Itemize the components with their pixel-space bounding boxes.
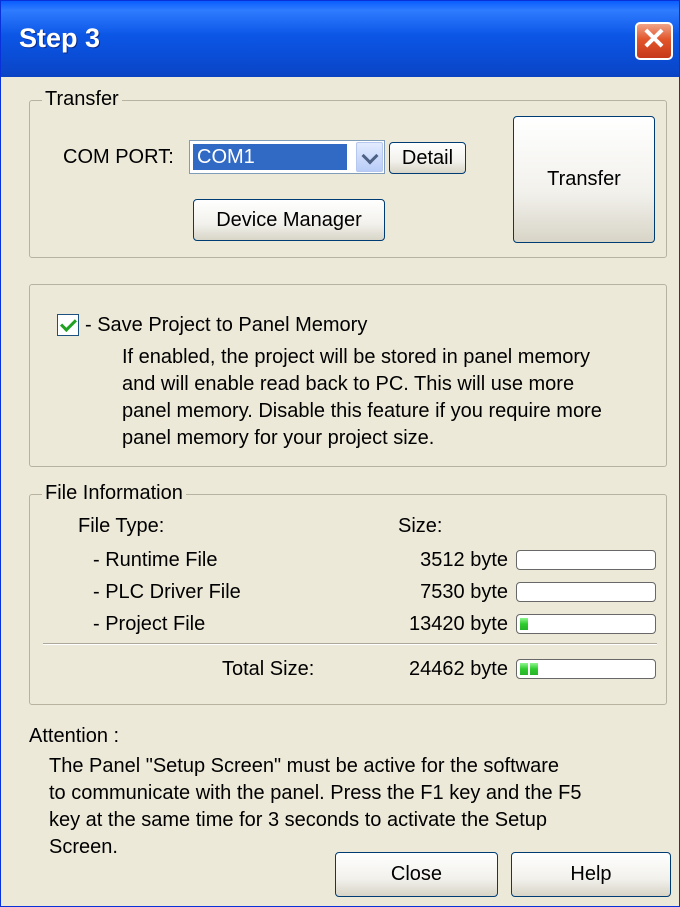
project-file-size: 13420 byte bbox=[409, 613, 508, 635]
transfer-group-label: Transfer bbox=[42, 88, 122, 111]
save-project-description: If enabled, the project will be stored i… bbox=[122, 344, 602, 452]
attention-line: The Panel "Setup Screen" must be active … bbox=[49, 755, 560, 777]
chevron-down-icon bbox=[361, 147, 379, 165]
com-port-select[interactable]: COM1 bbox=[189, 140, 385, 174]
description-line: panel memory. Disable this feature if yo… bbox=[122, 400, 602, 422]
close-icon: ✕ bbox=[641, 23, 667, 56]
project-file-bar-fill bbox=[520, 618, 530, 630]
plc-driver-file-size-bar bbox=[516, 582, 656, 602]
attention-text: The Panel "Setup Screen" must be active … bbox=[49, 753, 582, 861]
project-file-size-bar bbox=[516, 614, 656, 634]
attention-line: to communicate with the panel. Press the… bbox=[49, 782, 582, 804]
step3-dialog: Step 3 ✕ Transfer COM PORT: COM1 Detail … bbox=[0, 0, 680, 907]
com-port-dropdown-button[interactable] bbox=[356, 142, 383, 172]
runtime-file-name: - Runtime File bbox=[93, 549, 218, 571]
plc-driver-file-size: 7530 byte bbox=[420, 581, 508, 603]
total-size-value: 24462 byte bbox=[409, 658, 508, 680]
com-port-value: COM1 bbox=[193, 144, 347, 170]
device-manager-button[interactable]: Device Manager bbox=[193, 199, 385, 241]
total-size-label: Total Size: bbox=[222, 658, 315, 680]
file-information-label: File Information bbox=[42, 482, 186, 505]
description-line: If enabled, the project will be stored i… bbox=[122, 346, 591, 368]
attention-line: key at the same time for 3 seconds to ac… bbox=[49, 809, 548, 831]
plc-driver-file-name: - PLC Driver File bbox=[93, 581, 241, 603]
runtime-file-size: 3512 byte bbox=[420, 549, 508, 571]
attention-label: Attention : bbox=[29, 725, 120, 747]
size-header: Size: bbox=[398, 515, 443, 537]
transfer-button[interactable]: Transfer bbox=[513, 116, 655, 243]
com-port-label: COM PORT: bbox=[63, 146, 174, 168]
close-button[interactable]: Close bbox=[335, 852, 498, 897]
window-title: Step 3 bbox=[19, 23, 101, 53]
checkmark-icon bbox=[60, 315, 77, 332]
save-project-checkbox[interactable] bbox=[57, 314, 79, 336]
description-line: and will enable read back to PC. This wi… bbox=[122, 373, 575, 395]
runtime-file-size-bar bbox=[516, 550, 656, 570]
attention-line: Screen. bbox=[49, 836, 118, 858]
title-bar[interactable]: Step 3 ✕ bbox=[1, 1, 679, 77]
progress-segment bbox=[520, 618, 528, 630]
save-project-label: - Save Project to Panel Memory bbox=[85, 314, 368, 336]
progress-segment bbox=[530, 663, 538, 675]
close-window-button[interactable]: ✕ bbox=[635, 22, 673, 60]
detail-button[interactable]: Detail bbox=[389, 142, 466, 174]
file-info-divider bbox=[43, 643, 657, 645]
description-line: panel memory for your project size. bbox=[122, 427, 435, 449]
project-file-name: - Project File bbox=[93, 613, 206, 635]
file-type-header: File Type: bbox=[78, 515, 165, 537]
progress-segment bbox=[520, 663, 528, 675]
total-size-bar-fill bbox=[520, 663, 540, 675]
help-button[interactable]: Help bbox=[511, 852, 671, 897]
total-size-bar bbox=[516, 659, 656, 679]
